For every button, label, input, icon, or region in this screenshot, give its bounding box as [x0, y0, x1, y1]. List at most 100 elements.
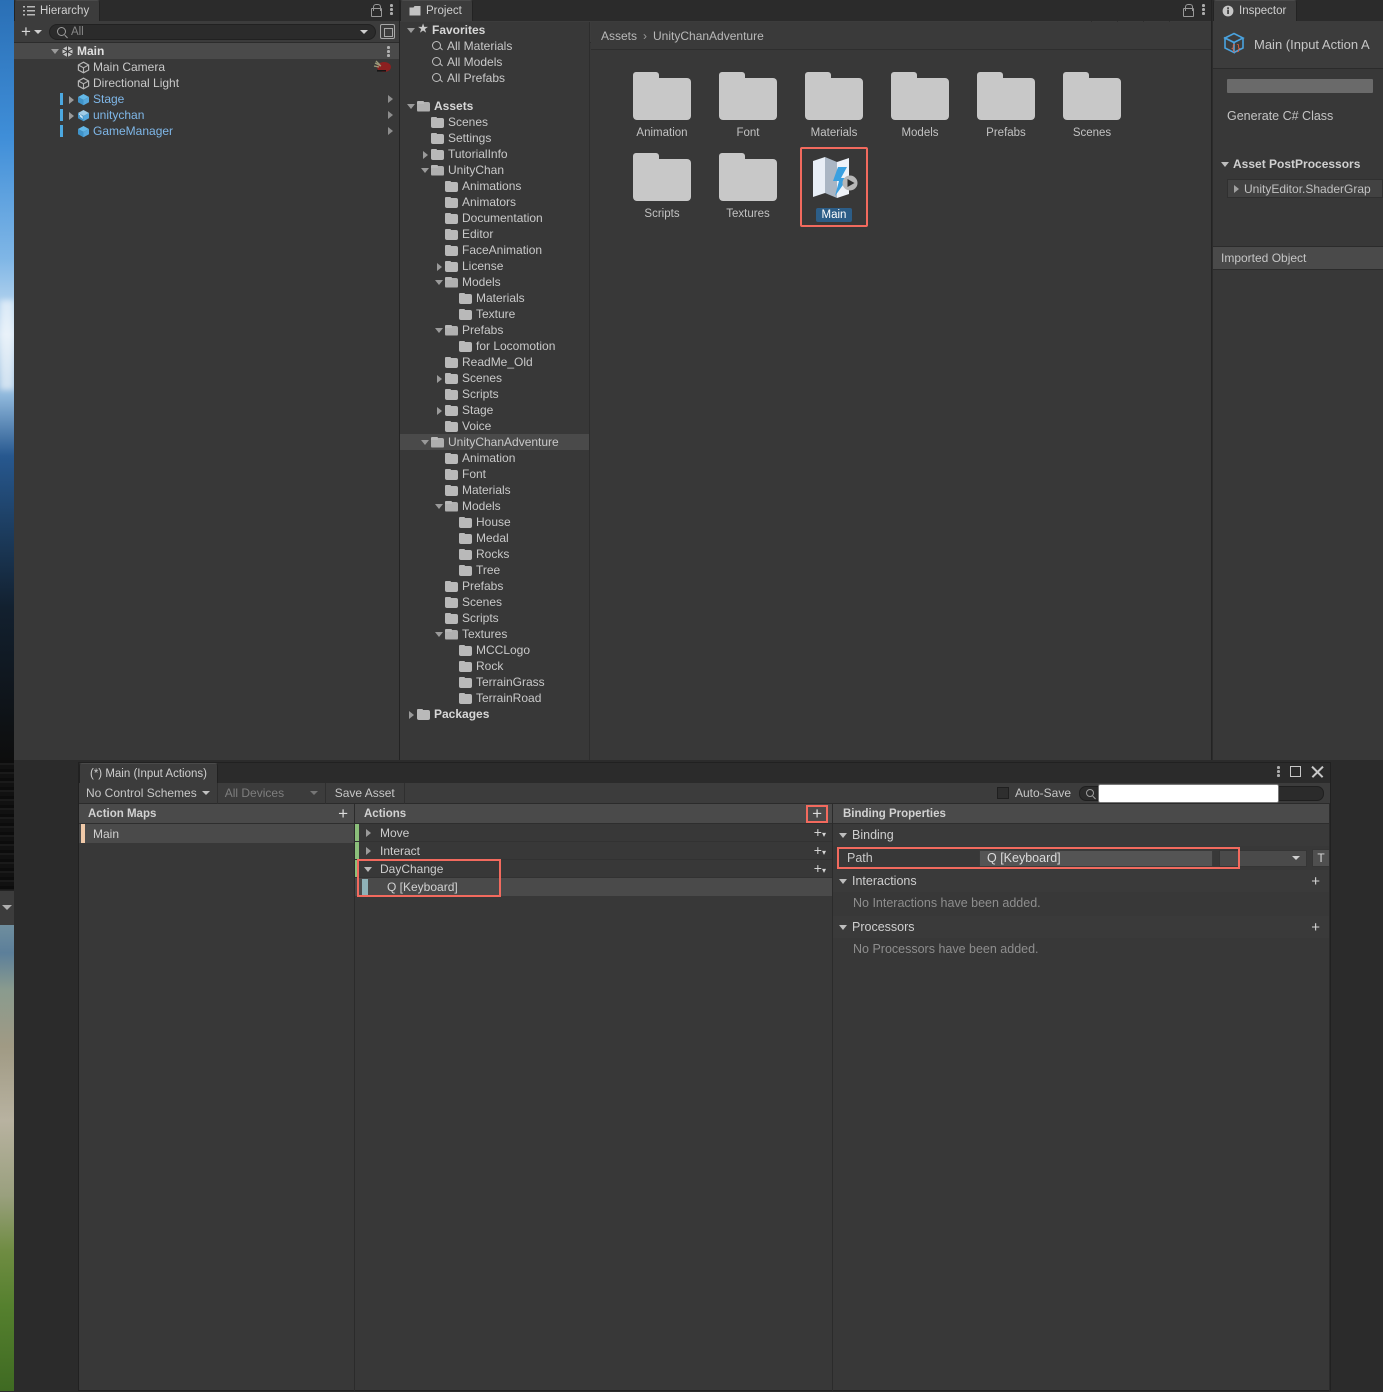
add-action-map-button[interactable]: +: [338, 807, 348, 821]
expand-arrow-icon[interactable]: [50, 46, 61, 57]
tab-inspector[interactable]: Inspector: [1213, 0, 1297, 21]
tab-hierarchy[interactable]: Hierarchy: [14, 0, 100, 21]
lock-icon[interactable]: [370, 4, 381, 16]
project-tree-item-models[interactable]: Models: [400, 274, 589, 290]
project-tree-item-house[interactable]: House: [400, 514, 589, 530]
project-tree-item-materials[interactable]: Materials: [400, 290, 589, 306]
project-tree-item-rocks[interactable]: Rocks: [400, 546, 589, 562]
project-tree-item-medal[interactable]: Medal: [400, 530, 589, 546]
project-tree-item-scenes[interactable]: Scenes: [400, 370, 589, 386]
expand-arrow-icon[interactable]: [434, 405, 445, 416]
popout-icon[interactable]: [380, 24, 395, 39]
expand-arrow-icon[interactable]: [66, 110, 77, 121]
project-tree-item-tree[interactable]: Tree: [400, 562, 589, 578]
expand-arrow-icon[interactable]: [406, 101, 417, 112]
control-schemes-dropdown[interactable]: No Control Schemes: [79, 783, 218, 804]
project-tree-item-all-models[interactable]: All Models: [400, 54, 589, 70]
action-row-interact[interactable]: Interact+▾: [355, 842, 832, 860]
generate-class-toggle-row[interactable]: [1227, 79, 1373, 93]
asset-item-models[interactable]: Models: [877, 72, 963, 139]
asset-item-materials[interactable]: Materials: [791, 72, 877, 139]
project-tree-item-textures[interactable]: Textures: [400, 626, 589, 642]
project-tree-item-all-materials[interactable]: All Materials: [400, 38, 589, 54]
processors-section-foldout[interactable]: Processors +: [833, 916, 1330, 938]
add-binding-button[interactable]: +▾: [814, 861, 826, 878]
project-tree-item-unitychan[interactable]: UnityChan: [400, 162, 589, 178]
lock-icon[interactable]: [1182, 4, 1193, 16]
auto-save-toggle[interactable]: Auto-Save: [997, 786, 1079, 800]
auto-save-checkbox[interactable]: [997, 787, 1009, 799]
project-tree-item-scripts[interactable]: Scripts: [400, 610, 589, 626]
path-text-mode-button[interactable]: T: [1312, 849, 1330, 867]
binding-row-q-keyboard[interactable]: Q [Keyboard]: [355, 878, 832, 896]
panel-menu-icon[interactable]: [1202, 3, 1205, 16]
project-tree-item-stage[interactable]: Stage: [400, 402, 589, 418]
project-tree-item-documentation[interactable]: Documentation: [400, 210, 589, 226]
add-processor-button[interactable]: +: [1311, 920, 1330, 935]
hierarchy-item-main[interactable]: Main: [14, 43, 399, 59]
project-tree-item-font[interactable]: Font: [400, 466, 589, 482]
add-binding-button[interactable]: +▾: [814, 825, 826, 842]
expand-arrow-icon[interactable]: [434, 261, 445, 272]
panel-menu-icon[interactable]: [390, 3, 393, 16]
hierarchy-item-gamemanager[interactable]: GameManager: [14, 123, 399, 139]
expand-arrow-icon[interactable]: [434, 501, 445, 512]
project-tree-item-terraingrass[interactable]: TerrainGrass: [400, 674, 589, 690]
chevron-right-icon[interactable]: [388, 95, 393, 103]
asset-item-textures[interactable]: Textures: [705, 153, 791, 222]
project-tree-item-voice[interactable]: Voice: [400, 418, 589, 434]
tab-input-actions[interactable]: (*) Main (Input Actions): [79, 763, 218, 783]
project-tree-item-texture[interactable]: Texture: [400, 306, 589, 322]
tab-project[interactable]: Project: [400, 0, 473, 21]
expand-arrow-icon[interactable]: [434, 373, 445, 384]
asset-item-prefabs[interactable]: Prefabs: [963, 72, 1049, 139]
add-action-button[interactable]: +: [808, 807, 826, 821]
project-tree-item-materials[interactable]: Materials: [400, 482, 589, 498]
action-row-move[interactable]: Move+▾: [355, 824, 832, 842]
project-tree-item-settings[interactable]: Settings: [400, 130, 589, 146]
input-actions-search-input[interactable]: [1098, 784, 1279, 803]
project-tree-item-packages[interactable]: Packages: [400, 706, 589, 722]
save-asset-button[interactable]: Save Asset: [326, 783, 405, 804]
add-interaction-button[interactable]: +: [1311, 874, 1330, 889]
expand-arrow-icon[interactable]: [434, 325, 445, 336]
project-tree-item-favorites[interactable]: ★Favorites: [400, 22, 589, 38]
chevron-right-icon[interactable]: [388, 111, 393, 119]
project-tree-item-for-locomotion[interactable]: for Locomotion: [400, 338, 589, 354]
hierarchy-search-field[interactable]: [49, 24, 376, 40]
create-gameobject-button[interactable]: +: [18, 23, 45, 41]
maximize-icon[interactable]: [1290, 766, 1301, 777]
input-actions-search-field[interactable]: [1079, 786, 1324, 801]
project-tree-item-tutorialinfo[interactable]: TutorialInfo: [400, 146, 589, 162]
breadcrumb-unitychanadventure[interactable]: UnityChanAdventure: [653, 29, 764, 43]
expand-arrow-icon[interactable]: [66, 94, 77, 105]
asset-item-font[interactable]: Font: [705, 72, 791, 139]
project-tree-item-all-prefabs[interactable]: All Prefabs: [400, 70, 589, 86]
project-tree-item-terrainroad[interactable]: TerrainRoad: [400, 690, 589, 706]
devices-dropdown[interactable]: All Devices: [218, 783, 326, 804]
action-row-daychange[interactable]: DayChange+▾: [355, 860, 832, 878]
hierarchy-search-input[interactable]: [71, 26, 359, 38]
project-tree-item-prefabs[interactable]: Prefabs: [400, 578, 589, 594]
asset-postprocessors-section[interactable]: Asset PostProcessors: [1213, 157, 1383, 171]
expand-arrow-icon[interactable]: [420, 165, 431, 176]
project-tree-item-models[interactable]: Models: [400, 498, 589, 514]
expand-arrow-icon[interactable]: [406, 709, 417, 720]
close-icon[interactable]: [1311, 765, 1324, 778]
project-tree-item-editor[interactable]: Editor: [400, 226, 589, 242]
project-tree-item-prefabs[interactable]: Prefabs: [400, 322, 589, 338]
project-tree-item-animators[interactable]: Animators: [400, 194, 589, 210]
hierarchy-item-directional-light[interactable]: Directional Light: [14, 75, 399, 91]
project-tree-item-scripts[interactable]: Scripts: [400, 386, 589, 402]
window-menu-icon[interactable]: [1277, 765, 1280, 778]
project-tree-item-license[interactable]: License: [400, 258, 589, 274]
project-tree-item-mcclogo[interactable]: MCCLogo: [400, 642, 589, 658]
project-tree-item-scenes[interactable]: Scenes: [400, 114, 589, 130]
breadcrumb-assets[interactable]: Assets: [601, 29, 637, 43]
project-tree-item-assets[interactable]: Assets: [400, 98, 589, 114]
asset-item-main[interactable]: Main: [791, 153, 877, 222]
path-value-field[interactable]: Q [Keyboard]: [979, 850, 1213, 867]
project-tree-item-unitychanadventure[interactable]: UnityChanAdventure: [400, 434, 589, 450]
expand-arrow-icon[interactable]: [434, 277, 445, 288]
expand-arrow-icon[interactable]: [420, 149, 431, 160]
